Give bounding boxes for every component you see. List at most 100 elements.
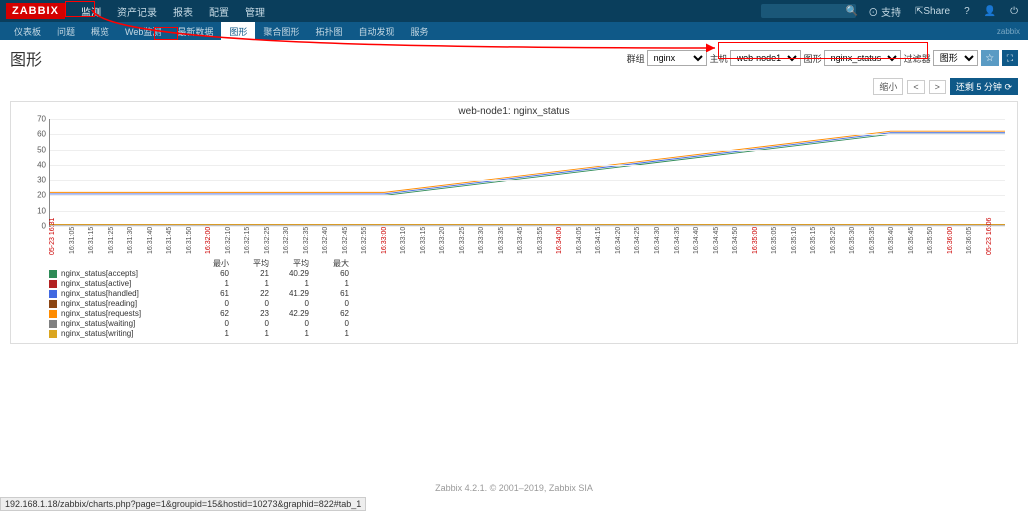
- sub-nav-bar: 仪表板问题概览Web监测最新数据图形聚合图形拓扑图自动发现服务 zabbix: [0, 22, 1028, 40]
- legend-row: nginx_status[handled]612241.2961: [49, 289, 1009, 299]
- x-tick: 16:34:30: [654, 227, 674, 255]
- search-input[interactable]: [761, 4, 856, 18]
- footer-text: Zabbix 4.2.1. © 2001–2019, Zabbix SIA: [0, 483, 1028, 493]
- page-header: 图形 群组 nginx 主机 web-node1 图形 nginx_status…: [0, 40, 1028, 76]
- x-tick: 16:34:20: [615, 227, 635, 255]
- sub-nav: 仪表板问题概览Web监测最新数据图形聚合图形拓扑图自动发现服务: [6, 22, 436, 41]
- sub-nav-item[interactable]: 自动发现: [350, 22, 402, 41]
- sub-nav-item[interactable]: Web监测: [117, 22, 169, 41]
- zoom-out-button[interactable]: 缩小: [873, 78, 903, 95]
- chart-plot: 010203040506070: [49, 119, 1005, 227]
- sub-nav-item[interactable]: 概览: [83, 22, 117, 41]
- main-nav-item[interactable]: 监测: [73, 0, 109, 23]
- host-label: 主机: [710, 52, 728, 65]
- chart-container: web-node1: nginx_status 010203040506070 …: [10, 101, 1018, 344]
- x-tick: 16:32:35: [303, 227, 323, 255]
- x-tick: 16:31:50: [186, 227, 206, 255]
- x-tick: 16:34:25: [634, 227, 654, 255]
- share-link[interactable]: ⇱Share: [911, 6, 954, 17]
- sub-nav-item[interactable]: 图形: [221, 22, 255, 41]
- main-nav-item[interactable]: 配置: [201, 0, 237, 23]
- x-tick: 16:32:30: [283, 227, 303, 255]
- group-select[interactable]: nginx: [647, 50, 707, 66]
- x-tick: 16:33:45: [517, 227, 537, 255]
- help-icon[interactable]: ?: [960, 6, 974, 17]
- graph-label: 图形: [804, 52, 822, 65]
- main-nav: 监测资产记录报表配置管理: [73, 0, 273, 23]
- x-tick: 16:34:00: [556, 227, 576, 255]
- x-tick: 16:31:30: [127, 227, 147, 255]
- sub-nav-item[interactable]: 问题: [49, 22, 83, 41]
- sub-nav-item[interactable]: 聚合图形: [255, 22, 307, 41]
- logo: ZABBIX: [6, 3, 65, 19]
- host-select[interactable]: web-node1: [730, 50, 801, 66]
- fullscreen-button[interactable]: ⛶: [1002, 50, 1018, 66]
- top-bar: ZABBIX 监测资产记录报表配置管理 🔍 ⊙ 支持 ⇱Share ? 👤 ⏻: [0, 0, 1028, 22]
- y-tick: 10: [26, 206, 46, 215]
- x-tick: 16:33:00: [381, 227, 401, 255]
- main-nav-item[interactable]: 管理: [237, 0, 273, 23]
- y-tick: 0: [26, 222, 46, 231]
- time-remaining[interactable]: 还剩 5 分钟 ⟳: [950, 78, 1018, 95]
- x-tick: 16:34:40: [693, 227, 713, 255]
- logout-icon[interactable]: ⏻: [1006, 6, 1022, 17]
- favorite-button[interactable]: ☆: [981, 50, 999, 66]
- x-tick: 05-23 16:31: [49, 227, 69, 255]
- x-tick: 16:33:25: [459, 227, 479, 255]
- support-link[interactable]: ⊙ 支持: [864, 4, 905, 19]
- chart-legend: 最小平均平均最大nginx_status[accepts]602140.2960…: [49, 259, 1009, 339]
- x-tick: 16:31:40: [147, 227, 167, 255]
- x-tick: 16:35:35: [869, 227, 889, 255]
- graph-select[interactable]: nginx_status: [824, 50, 901, 66]
- y-tick: 50: [26, 145, 46, 154]
- legend-row: nginx_status[reading]0000: [49, 299, 1009, 309]
- x-tick: 16:35:10: [791, 227, 811, 255]
- x-tick: 16:34:05: [576, 227, 596, 255]
- x-tick: 16:32:15: [244, 227, 264, 255]
- time-controls: 缩小 < > 还剩 5 分钟 ⟳: [0, 76, 1028, 97]
- x-tick: 16:35:05: [771, 227, 791, 255]
- x-tick: 16:35:00: [752, 227, 772, 255]
- x-tick: 16:34:45: [713, 227, 733, 255]
- main-nav-item[interactable]: 资产记录: [109, 0, 165, 23]
- sub-nav-item[interactable]: 最新数据: [169, 22, 221, 41]
- corner-label: zabbix: [997, 27, 1020, 36]
- x-tick: 16:34:15: [595, 227, 615, 255]
- next-button[interactable]: >: [929, 80, 946, 94]
- x-tick: 16:31:05: [69, 227, 89, 255]
- search-icon[interactable]: 🔍: [846, 6, 858, 17]
- status-bar-url: 192.168.1.18/zabbix/charts.php?page=1&gr…: [0, 497, 366, 511]
- sub-nav-item[interactable]: 仪表板: [6, 22, 49, 41]
- x-tick: 16:35:30: [849, 227, 869, 255]
- x-tick: 16:35:40: [888, 227, 908, 255]
- x-tick: 16:34:35: [674, 227, 694, 255]
- x-tick: 16:33:30: [478, 227, 498, 255]
- view-select[interactable]: 图形: [933, 50, 978, 66]
- x-tick: 16:31:15: [88, 227, 108, 255]
- y-tick: 40: [26, 160, 46, 169]
- y-tick: 60: [26, 130, 46, 139]
- y-tick: 70: [26, 115, 46, 124]
- x-tick: 16:33:20: [439, 227, 459, 255]
- x-tick: 16:35:25: [830, 227, 850, 255]
- x-tick: 16:33:55: [537, 227, 557, 255]
- x-tick: 16:35:50: [927, 227, 947, 255]
- chart-title: web-node1: nginx_status: [19, 106, 1009, 117]
- legend-row: nginx_status[waiting]0000: [49, 319, 1009, 329]
- user-icon[interactable]: 👤: [980, 6, 1000, 17]
- x-tick: 16:33:10: [400, 227, 420, 255]
- legend-row: nginx_status[writing]1111: [49, 329, 1009, 339]
- x-tick: 16:32:00: [205, 227, 225, 255]
- x-tick: 16:32:40: [322, 227, 342, 255]
- sub-nav-item[interactable]: 服务: [402, 22, 436, 41]
- x-tick: 16:35:15: [810, 227, 830, 255]
- legend-row: nginx_status[accepts]602140.2960: [49, 269, 1009, 279]
- x-tick: 16:33:15: [420, 227, 440, 255]
- x-tick: 16:36:05: [966, 227, 986, 255]
- x-tick: 05-23 16:06: [986, 227, 1006, 255]
- prev-button[interactable]: <: [907, 80, 924, 94]
- main-nav-item[interactable]: 报表: [165, 0, 201, 23]
- sub-nav-item[interactable]: 拓扑图: [307, 22, 350, 41]
- x-tick: 16:32:55: [361, 227, 381, 255]
- y-tick: 20: [26, 191, 46, 200]
